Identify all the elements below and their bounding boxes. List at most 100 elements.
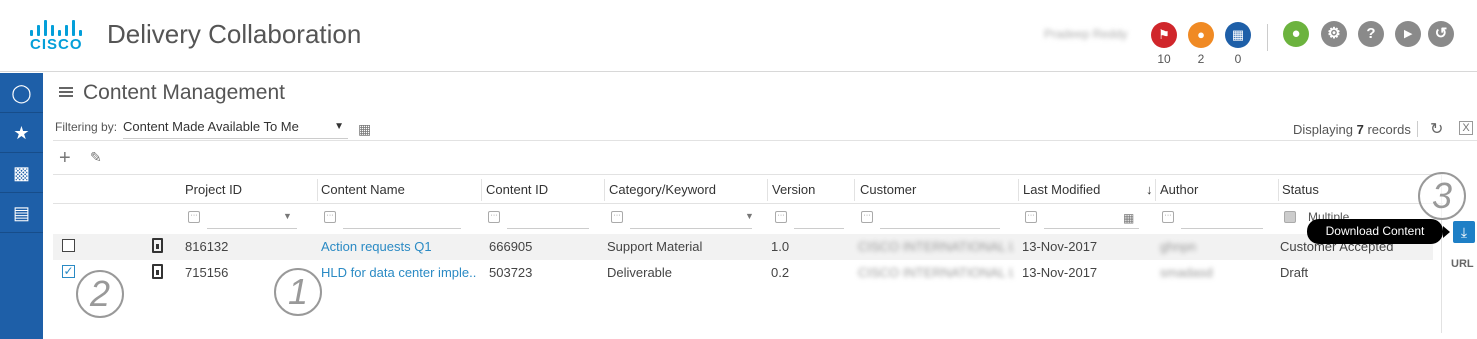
expand-icon[interactable]: ◯ (0, 73, 43, 113)
col-author[interactable]: Author (1160, 182, 1198, 197)
megaphone-icon[interactable]: ▸ (1395, 21, 1421, 47)
project-id-cell: 715156 (185, 265, 229, 280)
category-filter[interactable] (630, 212, 752, 229)
callout-1: 1 (274, 268, 322, 316)
refresh-icon[interactable]: ↻ (1430, 119, 1443, 139)
col-separator (1155, 179, 1156, 201)
status-filter-icon[interactable] (1284, 211, 1296, 223)
content-name-filter[interactable] (343, 212, 461, 229)
col-category[interactable]: Category/Keyword (609, 182, 716, 197)
bell-count: 2 (1197, 52, 1205, 66)
help-icon[interactable]: ? (1358, 21, 1384, 47)
customer-cell: CISCO INTERNATIONAL L... (858, 239, 1013, 254)
col-last-modified[interactable]: Last Modified (1023, 182, 1100, 197)
customer-cell: CISCO INTERNATIONAL L... (858, 265, 1013, 280)
user-icon[interactable]: ● (1283, 21, 1309, 47)
calendar-count: 0 (1234, 52, 1242, 66)
header-divider (1267, 24, 1268, 51)
col-separator (1018, 179, 1019, 201)
filter-options-icon[interactable]: ··· (1025, 211, 1037, 223)
col-content-name[interactable]: Content Name (321, 182, 405, 197)
filter-options-icon[interactable]: ··· (488, 211, 500, 223)
col-customer[interactable]: Customer (860, 182, 916, 197)
toolbar: + ✎ (53, 140, 1477, 174)
cisco-logo-bars (26, 16, 84, 36)
calendar-icon[interactable]: ▦ (1123, 211, 1134, 225)
filter-options-icon[interactable]: ··· (1162, 211, 1174, 223)
col-separator (854, 179, 855, 201)
calendar-icon[interactable]: ▦ (1225, 22, 1251, 48)
customer-filter[interactable] (880, 212, 1000, 229)
filter-label: Filtering by: (55, 120, 118, 134)
project-id-cell: 816132 (185, 239, 229, 254)
table-header: Project ID Content Name Content ID Categ… (53, 174, 1443, 204)
filter-options-icon[interactable]: ··· (861, 211, 873, 223)
records-divider (1417, 121, 1418, 137)
col-separator (604, 179, 605, 201)
column-filter-row: ··· ▼ ··· ··· ··· ▼ ··· ··· ··· ▦ ··· Mu… (53, 204, 1443, 234)
row-checkbox[interactable] (62, 239, 75, 252)
filter-options-icon[interactable]: ··· (324, 211, 336, 223)
last-modified-cell: 13-Nov-2017 (1022, 239, 1098, 254)
page-title: Content Management (83, 81, 285, 104)
row-checkbox-checked[interactable]: ✓ (62, 265, 75, 278)
chevron-down-icon: ▼ (334, 121, 344, 132)
cisco-logo[interactable]: CISCO (26, 16, 84, 53)
callout-2: 2 (76, 270, 124, 318)
bell-icon[interactable]: ● (1188, 22, 1214, 48)
filter-settings-icon[interactable]: ▦ (358, 121, 371, 138)
table-row[interactable]: ✓ 715156 HLD for data center imple... 50… (53, 260, 1433, 286)
flag-count: 10 (1157, 52, 1171, 66)
col-separator (481, 179, 482, 201)
last-modified-cell: 13-Nov-2017 (1022, 265, 1098, 280)
download-icon[interactable]: ⤓ (1453, 221, 1475, 243)
sort-desc-icon[interactable]: ↓ (1146, 182, 1153, 197)
cisco-logo-text: CISCO (30, 36, 83, 53)
content-area: Content Management Filtering by: Content… (43, 73, 1477, 339)
content-name-link[interactable]: HLD for data center imple... (321, 265, 476, 280)
table-row[interactable]: 816132 Action requests Q1 666905 Support… (53, 234, 1433, 260)
buildings-icon[interactable]: ▩ (0, 153, 43, 193)
content-id-cell: 503723 (489, 265, 533, 280)
filter-options-icon[interactable]: ··· (775, 211, 787, 223)
content-name-link[interactable]: Action requests Q1 (321, 239, 471, 254)
col-version[interactable]: Version (772, 182, 815, 197)
excel-export-icon[interactable]: X (1459, 121, 1473, 135)
records-prefix: Displaying (1293, 122, 1353, 137)
sidebar: ◯ ★ ▩ ▤ (0, 73, 43, 339)
document-icon (152, 264, 163, 279)
version-filter[interactable] (794, 212, 844, 229)
records-count: Displaying 7 records (1293, 122, 1411, 137)
edit-icon[interactable]: ✎ (90, 149, 102, 166)
col-project-id[interactable]: Project ID (185, 182, 242, 197)
user-name[interactable]: Pradeep Reddy (1044, 27, 1127, 41)
app-header: CISCO Delivery Collaboration Pradeep Red… (0, 0, 1477, 72)
col-separator (767, 179, 768, 201)
content-id-cell: 666905 (489, 239, 533, 254)
chart-icon[interactable]: ▤ (0, 193, 43, 233)
add-icon[interactable]: + (59, 147, 71, 170)
app-title: Delivery Collaboration (107, 19, 362, 49)
status-cell: Draft (1280, 265, 1309, 280)
callout-3: 3 (1418, 172, 1466, 220)
filter-select[interactable]: Content Made Available To Me ▼ (123, 117, 348, 139)
url-icon[interactable]: URL (1451, 258, 1474, 270)
version-cell: 1.0 (771, 239, 790, 254)
records-number: 7 (1356, 122, 1364, 137)
col-status[interactable]: Status (1282, 182, 1319, 197)
logout-icon[interactable]: ↺ (1428, 21, 1454, 47)
author-filter[interactable] (1181, 212, 1263, 229)
filter-options-icon[interactable]: ··· (188, 211, 200, 223)
chevron-down-icon: ▼ (283, 211, 292, 221)
filter-select-value: Content Made Available To Me (123, 119, 299, 134)
filter-options-icon[interactable]: ··· (611, 211, 623, 223)
chevron-down-icon: ▼ (745, 211, 754, 221)
menu-icon[interactable] (59, 87, 73, 99)
col-content-id[interactable]: Content ID (486, 182, 548, 197)
content-id-filter[interactable] (507, 212, 589, 229)
category-cell: Deliverable (607, 265, 673, 280)
globe-icon[interactable]: ★ (0, 113, 43, 153)
author-cell: ghnpn (1160, 239, 1197, 254)
gear-icon[interactable]: ⚙ (1321, 21, 1347, 47)
flag-icon[interactable]: ⚑ (1151, 22, 1177, 48)
